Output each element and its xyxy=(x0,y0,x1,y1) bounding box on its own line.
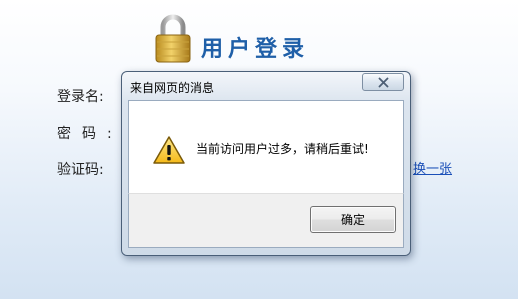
close-icon xyxy=(378,77,388,87)
message-dialog: 来自网页的消息 当前访问用户过多，请稍后重试! 确定 xyxy=(121,71,411,256)
dialog-message: 当前访问用户过多，请稍后重试! xyxy=(196,142,369,156)
dialog-footer: 确定 xyxy=(128,193,404,248)
refresh-captcha-link[interactable]: 换一张 xyxy=(413,158,452,177)
dialog-title: 来自网页的消息 xyxy=(130,81,215,95)
captcha-label: 验证码: xyxy=(57,162,104,178)
lock-icon xyxy=(155,14,191,63)
page-title: 用户登录 xyxy=(201,37,310,62)
username-label: 登录名: xyxy=(57,89,104,105)
password-label: 密码: xyxy=(57,126,123,142)
warning-icon xyxy=(153,136,185,164)
dialog-content: 当前访问用户过多，请稍后重试! xyxy=(128,100,404,193)
dialog-titlebar[interactable]: 来自网页的消息 xyxy=(122,72,410,100)
close-button[interactable] xyxy=(362,73,404,91)
ok-button[interactable]: 确定 xyxy=(310,206,396,233)
